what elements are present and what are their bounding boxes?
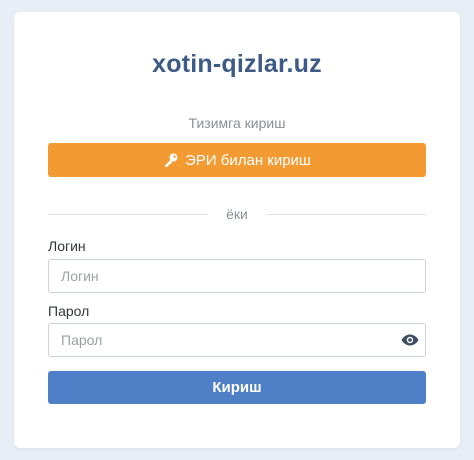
site-title: xotin-qizlar.uz [152,50,322,78]
submit-login-button[interactable]: Кириш [48,371,426,404]
eye-icon[interactable] [400,330,420,350]
divider-text: ёки [226,206,248,222]
or-divider: ёки [48,205,427,223]
login-subtitle: Тизимга кириш [188,115,286,131]
divider-line-left [48,213,209,215]
login-input[interactable] [48,259,426,293]
eri-login-button[interactable]: ЭРИ билан кириш [48,143,426,177]
eri-login-label: ЭРИ билан кириш [185,151,311,169]
divider-line-right [265,213,427,215]
login-label: Логин [48,238,86,254]
password-label: Парол [48,303,90,319]
password-input[interactable] [48,323,426,357]
key-icon [163,152,179,168]
login-card: xotin-qizlar.uz Тизимга кириш ЭРИ билан … [14,12,460,448]
